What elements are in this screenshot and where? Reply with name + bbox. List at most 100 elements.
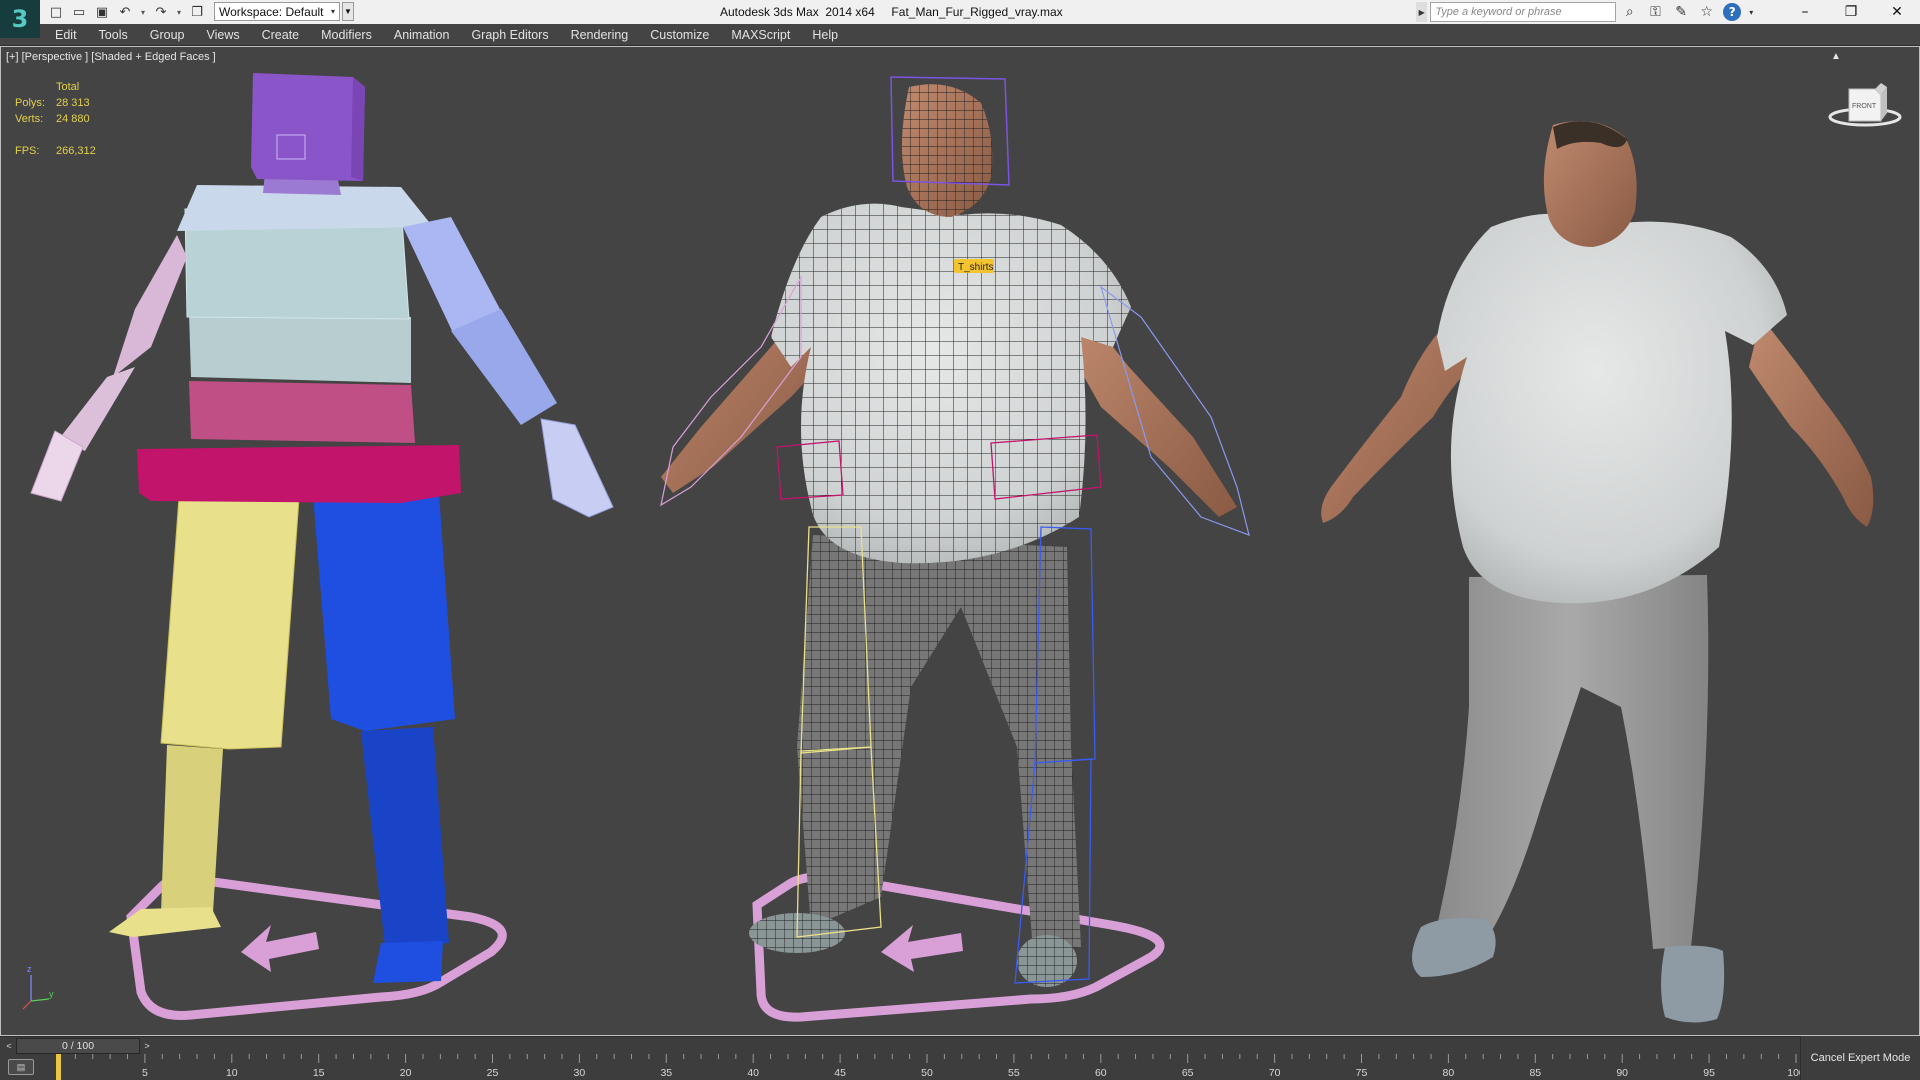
pants-wire [797, 535, 1081, 951]
head-wire [901, 84, 993, 217]
rendered-shoe-left[interactable] [1412, 918, 1496, 977]
ruler-label: 30 [574, 1067, 586, 1079]
chevron-down-icon: ▾ [330, 7, 335, 16]
bone-foot-right[interactable] [373, 941, 443, 983]
viewcube-icon[interactable]: FRONT [1827, 79, 1903, 131]
selection-tag-label: T_shirts [958, 262, 994, 273]
menu-animation[interactable]: Animation [383, 28, 461, 42]
viewport-label[interactable]: [+] [Perspective ] [Shaded + Edged Faces… [6, 51, 216, 63]
rendered-shoe-right[interactable] [1661, 945, 1725, 1023]
menu-views[interactable]: Views [195, 28, 250, 42]
ruler-label: 45 [834, 1067, 846, 1079]
bone-calf-left[interactable] [161, 745, 223, 913]
bone-upperarm-left[interactable] [113, 235, 187, 377]
restore-button[interactable]: ❐ [1828, 0, 1874, 24]
menu-maxscript[interactable]: MAXScript [720, 28, 801, 42]
minimize-icon: – [1801, 4, 1809, 20]
chevron-down-icon: ▼ [344, 7, 352, 16]
quick-access-customize-button[interactable]: ▼ [342, 2, 354, 21]
bone-head[interactable] [251, 73, 365, 181]
infocenter-search: ▶ ⌕ ⚿ ✎ ☆ ? ▾ [1416, 1, 1756, 23]
restore-icon: ❐ [1844, 4, 1858, 20]
menu-edit[interactable]: Edit [40, 28, 88, 42]
menu-graph-editors[interactable]: Graph Editors [460, 28, 559, 42]
viewcube-face-label: FRONT [1852, 103, 1877, 110]
undo-dropdown-icon[interactable]: ▾ [138, 2, 148, 22]
bone-head-side [351, 77, 365, 181]
bone-pelvis[interactable] [137, 445, 461, 503]
workspace-label: Workspace: Default [219, 4, 324, 19]
menu-customize[interactable]: Customize [639, 28, 720, 42]
help-dropdown-icon[interactable]: ▾ [1747, 2, 1756, 22]
scene-statistics: Total Polys: 28 313 Verts: 24 880 FPS: 266,… [15, 81, 96, 161]
biped-rig-figure[interactable] [30, 73, 614, 1021]
open-file-icon[interactable]: ▭ [69, 2, 89, 22]
project-folder-icon[interactable]: ❐ [187, 2, 207, 22]
rendered-tshirt[interactable] [1437, 213, 1787, 604]
quick-access-toolbar: □ ▭ ▣ ↶ ▾ ↷ ▾ ❐ [46, 2, 207, 22]
verts-label: Verts: [15, 113, 44, 125]
redo-icon[interactable]: ↷ [151, 2, 171, 22]
subscription-center-icon[interactable]: ⚿ [1644, 2, 1667, 22]
close-icon: ✕ [1891, 4, 1903, 20]
ruler-label: 55 [1008, 1067, 1020, 1079]
save-file-icon[interactable]: ▣ [92, 2, 112, 22]
menu-help[interactable]: Help [801, 28, 849, 42]
new-file-icon[interactable]: □ [46, 2, 66, 22]
current-frame-marker[interactable] [56, 1054, 61, 1080]
app-menu-button[interactable]: 3 [0, 0, 40, 38]
wireframe-mesh-figure[interactable]: T_shirts [660, 76, 1250, 1022]
menu-tools[interactable]: Tools [88, 28, 139, 42]
axis-z-label: z [27, 964, 32, 974]
next-frame-icon[interactable]: > [140, 1039, 154, 1053]
bone-spine[interactable] [189, 313, 411, 383]
axis-tripod: z y [19, 964, 63, 1013]
footstep-arrow [241, 925, 319, 972]
undo-icon[interactable]: ↶ [115, 2, 135, 22]
bone-foot-left[interactable] [109, 907, 221, 937]
bone-calf-right[interactable] [361, 727, 449, 947]
ruler-label: 100 [1787, 1067, 1800, 1079]
shoe-right-wire [1017, 935, 1077, 987]
cancel-expert-mode-button[interactable]: Cancel Expert Mode [1800, 1036, 1920, 1080]
minimize-button[interactable]: – [1782, 0, 1828, 24]
bone-forearm-right[interactable] [451, 309, 557, 425]
bone-thigh-right[interactable] [313, 493, 455, 731]
menu-modifiers[interactable]: Modifiers [310, 28, 383, 42]
help-button[interactable]: ? [1721, 2, 1744, 22]
tshirt-wire [771, 203, 1131, 564]
scene-canvas[interactable]: T_shirts [1, 47, 1919, 1035]
bone-thigh-left[interactable] [160, 496, 300, 750]
rendered-model-figure[interactable] [1321, 121, 1874, 1023]
binoculars-search-icon[interactable]: ⌕ [1619, 2, 1642, 22]
menu-create[interactable]: Create [251, 28, 311, 42]
bone-forearm-left[interactable] [59, 367, 135, 451]
rendered-arm-right[interactable] [1749, 317, 1874, 527]
close-button[interactable]: ✕ [1874, 0, 1920, 24]
previous-frame-icon[interactable]: < [2, 1039, 16, 1053]
verts-value: 24 880 [56, 113, 90, 125]
communication-center-icon[interactable]: ✎ [1670, 2, 1693, 22]
trackbar-toggle-icon[interactable]: ▤ [8, 1059, 34, 1075]
redo-dropdown-icon[interactable]: ▾ [174, 2, 184, 22]
help-icon: ? [1723, 3, 1742, 21]
menu-group[interactable]: Group [139, 28, 196, 42]
frame-ruler[interactable]: 5 10 15 20 25 30 35 40 45 50 55 60 65 70 75 80 85 90 95 100 [56, 1054, 1800, 1080]
time-slider-handle[interactable]: 0 / 100 [16, 1038, 140, 1054]
bone-hand-right[interactable] [540, 418, 614, 518]
ruler-label: 65 [1182, 1067, 1194, 1079]
workspace-dropdown[interactable]: Workspace: Default ▾ [214, 2, 340, 21]
ruler-label: 40 [747, 1067, 759, 1079]
rendered-pants[interactable] [1433, 575, 1709, 949]
viewport-pin-icon[interactable]: ▲ [1831, 51, 1841, 62]
time-slider[interactable]: < 0 / 100 > [0, 1036, 1920, 1054]
window-title: Autodesk 3ds Max 2014 x64 Fat_Man_Fur_Ri… [720, 5, 1063, 19]
menu-rendering[interactable]: Rendering [560, 28, 640, 42]
favorites-star-icon[interactable]: ☆ [1695, 2, 1718, 22]
ruler-label: 90 [1616, 1067, 1628, 1079]
bone-belly[interactable] [189, 381, 415, 443]
track-bar[interactable]: ▤ 5 10 15 20 25 30 35 40 45 50 55 60 65 70 75 80 85 90 95 1… [0, 1054, 1920, 1080]
search-expand-arrow-icon[interactable]: ▶ [1416, 2, 1428, 22]
perspective-viewport[interactable]: T_shirts [+] [Perspective ] [Shaded + Ed… [0, 46, 1920, 1036]
search-input[interactable] [1430, 2, 1616, 22]
